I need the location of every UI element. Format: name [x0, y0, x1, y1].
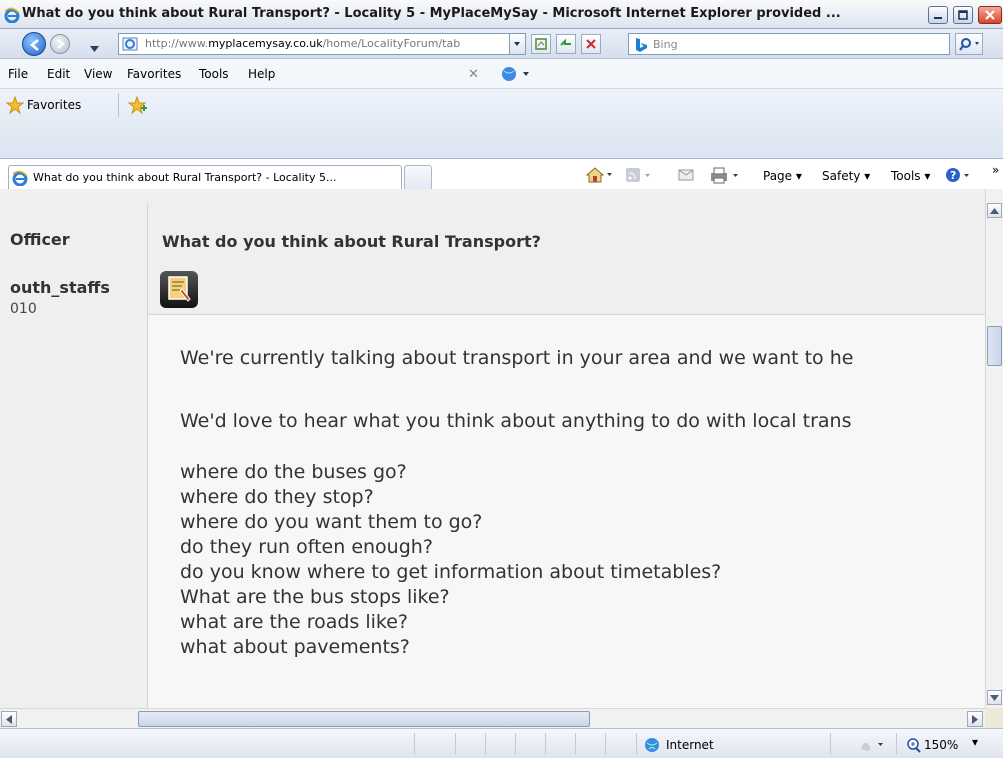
internet-zone-icon — [644, 737, 660, 756]
status-divider — [545, 733, 546, 755]
tab-active[interactable]: What do you think about Rural Transport?… — [8, 165, 402, 189]
status-divider — [830, 733, 831, 755]
tab-page-icon — [12, 170, 28, 189]
favorites-label[interactable]: Favorites — [27, 98, 81, 112]
search-placeholder: Bing — [653, 38, 678, 51]
safety-menu[interactable]: Safety ▾ — [822, 169, 870, 183]
feeds-icon[interactable] — [624, 165, 652, 188]
address-dropdown-button[interactable] — [509, 34, 525, 54]
question-item: what about pavements? — [180, 636, 410, 658]
minimize-button[interactable] — [928, 6, 948, 24]
horizontal-scroll-thumb[interactable] — [138, 711, 590, 727]
menu-file[interactable]: File — [8, 67, 28, 81]
scroll-left-button[interactable] — [1, 711, 17, 727]
address-input[interactable]: http://www.myplacemysay.co.uk/home/Local… — [118, 33, 526, 55]
new-tab-button[interactable] — [404, 165, 432, 189]
question-item: do they run often enough? — [180, 536, 433, 558]
edit-post-icon[interactable] — [160, 271, 198, 308]
stop-button[interactable] — [581, 34, 601, 54]
svg-text:?: ? — [950, 169, 956, 182]
add-favorite-icon[interactable] — [127, 95, 148, 118]
menu-tools[interactable]: Tools — [199, 67, 229, 81]
question-item: what are the roads like? — [180, 611, 409, 633]
refresh-button[interactable] — [556, 34, 576, 54]
horizontal-scrollbar[interactable] — [0, 708, 985, 728]
scroll-down-button[interactable] — [987, 690, 1002, 705]
bing-icon — [633, 37, 649, 56]
favorites-star-icon[interactable] — [5, 95, 25, 117]
status-divider — [896, 733, 897, 755]
menu-bar: File Edit View Favorites Tools Help ✕ — [0, 59, 1003, 89]
tab-label: What do you think about Rural Transport?… — [33, 171, 337, 184]
chevron-more-icon[interactable]: » — [992, 163, 999, 177]
favorites-bar: Favorites What do you think about Rural … — [0, 89, 1003, 189]
status-divider — [575, 733, 576, 755]
print-icon[interactable] — [708, 165, 742, 188]
home-icon[interactable] — [585, 165, 613, 188]
tools-menu[interactable]: Tools ▾ — [891, 169, 930, 183]
mail-icon[interactable] — [677, 165, 697, 188]
menu-edit[interactable]: Edit — [47, 67, 70, 81]
author-name[interactable]: outh_staffs — [10, 278, 110, 297]
post-body: We're currently talking about transport … — [148, 314, 985, 708]
post-intro-2: We'd love to hear what you think about a… — [180, 410, 852, 432]
compatibility-view-button[interactable] — [531, 34, 551, 54]
forward-button[interactable] — [50, 34, 70, 54]
security-zone: Internet — [666, 738, 714, 752]
favorites-separator — [118, 93, 119, 117]
status-divider — [636, 733, 637, 755]
search-button[interactable] — [955, 33, 983, 55]
title-bar: What do you think about Rural Transport?… — [0, 0, 1003, 29]
question-item: do you know where to get information abo… — [180, 561, 722, 583]
vertical-scrollbar[interactable] — [985, 189, 1003, 708]
menu-help[interactable]: Help — [248, 67, 275, 81]
menu-favorites[interactable]: Favorites — [127, 67, 181, 81]
author-role: Officer — [10, 230, 70, 249]
status-divider — [414, 733, 415, 755]
page-menu[interactable]: Page ▾ — [763, 169, 802, 183]
zoom-icon[interactable] — [906, 737, 922, 756]
post-title: What do you think about Rural Transport? — [162, 232, 541, 251]
status-bar: Internet 150% ▾ — [0, 728, 1003, 758]
question-item: where do they stop? — [180, 486, 374, 508]
globe-icon[interactable] — [501, 66, 531, 85]
address-toolbar: http://www.myplacemysay.co.uk/home/Local… — [0, 29, 1003, 59]
close-toolbar-icon[interactable]: ✕ — [468, 67, 479, 82]
status-divider — [485, 733, 486, 755]
question-item: where do you want them to go? — [180, 511, 483, 533]
window-title: What do you think about Rural Transport?… — [22, 6, 841, 21]
scroll-up-button[interactable] — [987, 203, 1002, 218]
question-item: where do the buses go? — [180, 461, 407, 483]
page-icon — [122, 37, 138, 54]
ie-logo-icon — [4, 7, 20, 26]
question-item: What are the bus stops like? — [180, 586, 450, 608]
status-divider — [455, 733, 456, 755]
protected-mode-icon[interactable] — [858, 737, 888, 756]
scroll-right-button[interactable] — [967, 711, 983, 727]
url-text: http://www.myplacemysay.co.uk/home/Local… — [145, 37, 461, 50]
help-icon[interactable]: ? — [944, 165, 978, 188]
status-divider — [515, 733, 516, 755]
close-window-button[interactable] — [978, 6, 1002, 24]
status-divider — [605, 733, 606, 755]
post-intro-1: We're currently talking about transport … — [180, 347, 854, 369]
zoom-dropdown-icon[interactable]: ▾ — [972, 735, 978, 749]
scrollbar-corner — [985, 708, 1003, 728]
back-button[interactable] — [22, 32, 46, 56]
zoom-level[interactable]: 150% — [924, 738, 958, 752]
menu-view[interactable]: View — [84, 67, 112, 81]
maximize-button[interactable] — [953, 6, 973, 24]
history-dropdown-icon[interactable] — [90, 41, 99, 55]
vertical-scroll-thumb[interactable] — [987, 326, 1002, 366]
search-input[interactable]: Bing — [628, 33, 950, 55]
post-date: 010 — [10, 301, 37, 317]
